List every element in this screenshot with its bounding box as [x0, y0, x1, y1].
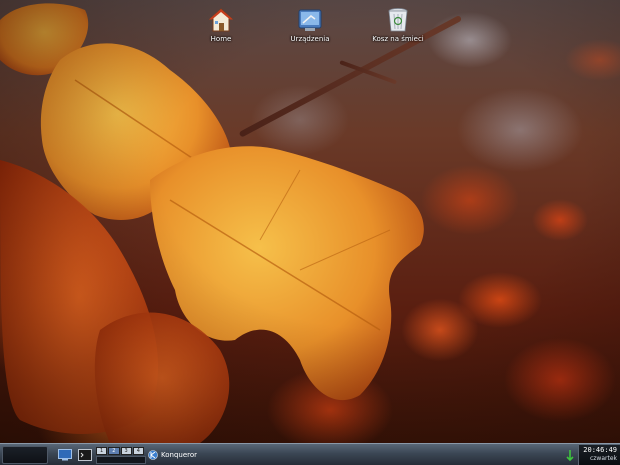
show-desktop-icon[interactable]	[58, 449, 72, 461]
desktop-icon-home[interactable]: Home	[193, 7, 249, 43]
desktop-icon-devices[interactable]: Urządzenia	[282, 7, 338, 43]
wallpaper-vignette	[0, 0, 620, 443]
konqueror-icon	[148, 450, 158, 460]
pager-desktop-2[interactable]: 2	[108, 447, 120, 455]
desktop-icon-label: Kosz na śmieci	[372, 35, 424, 43]
devices-icon	[298, 9, 322, 31]
taskbar-task-konqueror[interactable]: Konqueror	[146, 447, 266, 463]
task-label: Konqueror	[161, 451, 198, 459]
pager-desktop-4[interactable]: 4	[132, 447, 144, 455]
clock-day: czwartek	[589, 455, 617, 462]
network-tray-icon[interactable]	[562, 446, 578, 464]
pager-desktop-3[interactable]: 3	[120, 447, 132, 455]
pager-desktop-1[interactable]: 1	[96, 447, 108, 455]
trash-icon	[388, 8, 408, 32]
terminal-icon[interactable]	[78, 449, 92, 461]
kmenu-button[interactable]	[2, 446, 48, 464]
clock-time: 20:46:49	[583, 446, 617, 454]
clock[interactable]: 20:46:49 czwartek	[578, 445, 620, 465]
taskbar: 1 2 3 4 Konqueror 20:46:49 czwartek	[0, 443, 620, 465]
desktop-pager[interactable]: 1 2 3 4	[96, 447, 144, 455]
desktop-icon-trash[interactable]: Kosz na śmieci	[370, 7, 426, 43]
desktop-icon-label: Urządzenia	[290, 35, 330, 43]
pager-bar	[96, 456, 146, 464]
desktop-icon-label: Home	[210, 35, 232, 43]
home-icon	[208, 8, 234, 32]
desktop-wallpaper: Home Urządzenia Kosz na śmieci	[0, 0, 620, 443]
